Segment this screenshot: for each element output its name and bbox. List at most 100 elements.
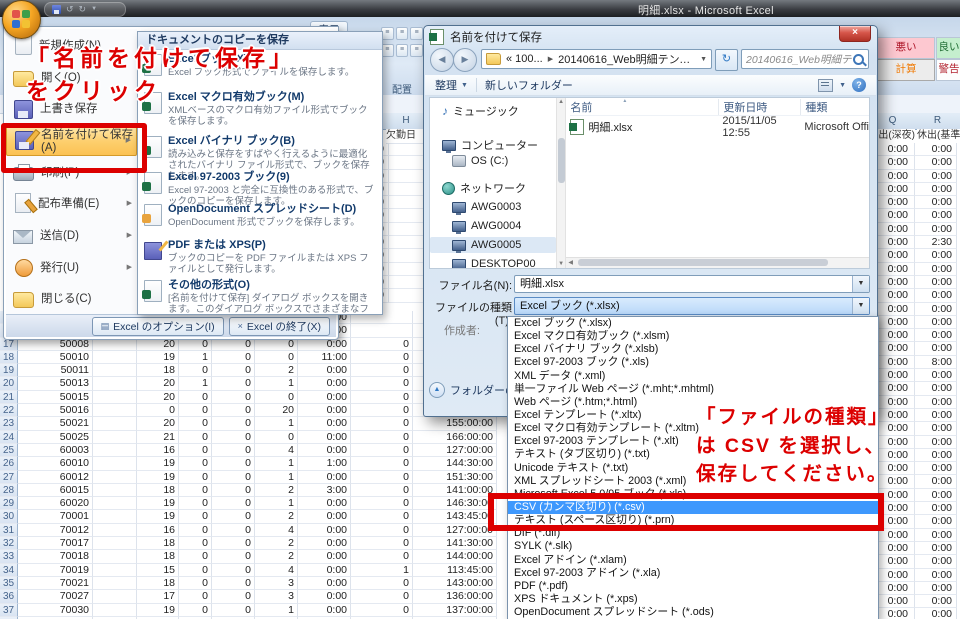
row-number[interactable]: 21 <box>0 390 18 405</box>
align-middle-icon[interactable]: ≡ <box>395 27 409 40</box>
submenu-item-pdf-xps[interactable]: PDF または XPS(P) ブックのコピーを PDF ファイルまたは XPS フ… <box>138 236 382 276</box>
file-type-option[interactable]: 単一ファイル Web ページ (*.mht;*.mhtml) <box>508 383 878 396</box>
row-number[interactable]: 34 <box>0 563 18 577</box>
row-number[interactable]: 32 <box>0 537 18 551</box>
file-type-caret-icon[interactable]: ▼ <box>852 298 869 314</box>
row-number[interactable]: 23 <box>0 417 18 431</box>
file-type-option[interactable]: XPS ドキュメント (*.xps) <box>508 593 878 606</box>
scroll-left-icon[interactable]: ◀ <box>568 259 573 266</box>
menu-item-publish[interactable]: 発行(U) <box>6 251 137 283</box>
breadcrumb[interactable]: 20140616_Web明細テンプ... <box>558 51 695 67</box>
row-number[interactable]: 26 <box>0 457 18 471</box>
qat-customize-caret-icon[interactable]: ▼ <box>91 5 97 14</box>
row-number[interactable]: 28 <box>0 483 18 498</box>
forward-button[interactable]: ▶ <box>453 48 477 72</box>
row-number[interactable]: 20 <box>0 377 18 391</box>
align-center-icon[interactable]: ≡ <box>395 44 409 57</box>
organize-button[interactable]: 整理 ▼ <box>435 77 468 93</box>
submenu-item-xlsb[interactable]: Excel バイナリ ブック(B) 読み込みと保存をすばやく行えるように最適化され… <box>138 132 382 182</box>
back-button[interactable]: ◀ <box>430 48 454 72</box>
breadcrumb-arrow-icon: ▶ <box>547 56 554 63</box>
sidebar-item-awg0003[interactable]: AWG0003 <box>430 199 556 215</box>
save-icon[interactable] <box>52 5 61 14</box>
row-number[interactable]: 37 <box>0 603 18 617</box>
row-number[interactable]: 24 <box>0 430 18 444</box>
file-type-option[interactable]: Excel バイナリ ブック (*.xlsb) <box>508 343 878 356</box>
row-number[interactable]: 30 <box>0 510 18 524</box>
address-caret-icon[interactable]: ▼ <box>700 56 707 63</box>
menu-item-send[interactable]: 送信(D) <box>6 219 137 251</box>
office-button[interactable] <box>2 0 41 39</box>
row-number[interactable]: 25 <box>0 443 18 458</box>
column-header-type[interactable]: 種類 <box>800 98 869 115</box>
sidebar-item-awg0005[interactable]: AWG0005 <box>430 237 556 253</box>
row-number[interactable]: 18 <box>0 350 18 365</box>
align-bottom-icon[interactable]: ≡ <box>410 27 424 40</box>
quick-access-toolbar[interactable]: ↺ ↻ ▼ <box>44 2 126 17</box>
row-number[interactable]: 33 <box>0 550 18 564</box>
breadcrumb[interactable]: « 100... <box>506 53 543 65</box>
search-input[interactable]: 20140616_Web明細テンプ... <box>746 52 853 67</box>
redo-icon[interactable]: ↻ <box>79 5 87 14</box>
excel-options-button[interactable]: ▤ Excel のオプション(I) <box>91 316 224 336</box>
address-bar[interactable]: « 100... ▶ 20140616_Web明細テンプ... ▼ <box>481 49 712 69</box>
row-number[interactable]: 36 <box>0 590 18 604</box>
indent-icon[interactable]: ≡ <box>410 44 424 57</box>
sidebar-item-music[interactable]: ♪ ミュージック <box>430 103 556 119</box>
cell-style-bad[interactable]: 悪い <box>877 37 935 59</box>
column-header-name[interactable]: 名前 <box>570 99 718 115</box>
file-type-option[interactable]: XML データ (*.xml) <box>508 370 878 383</box>
sidebar-item-os-c[interactable]: OS (C:) <box>430 153 556 169</box>
change-view-icon[interactable] <box>818 78 834 92</box>
sidebar-item-network[interactable]: ネットワーク <box>430 180 556 196</box>
new-folder-button[interactable]: 新しいフォルダー <box>485 77 573 93</box>
column-letter-r[interactable]: R <box>915 113 960 129</box>
scrollbar-thumb[interactable] <box>578 259 829 266</box>
scroll-up-icon[interactable]: ▲ <box>557 99 566 105</box>
search-box[interactable]: 20140616_Web明細テンプ... <box>741 49 869 69</box>
file-name-caret-icon[interactable]: ▼ <box>852 276 869 292</box>
spreadsheet-right-columns[interactable]: 0:00 0:00 0:00 0:00 0:00 0:00 0:00 0:00 … <box>870 143 960 619</box>
submenu-item-xls97[interactable]: Excel 97-2003 ブック(9) Excel 97-2003 と完全に互換… <box>138 168 382 207</box>
file-type-option[interactable]: Excel 97-2003 ブック (*.xls) <box>508 356 878 369</box>
file-row[interactable]: 明細.xlsx 2015/11/05 12:55 Microsoft Offi <box>569 115 869 139</box>
title-bar <box>0 0 960 17</box>
column-header-date[interactable]: 更新日時 <box>718 98 800 115</box>
row-number[interactable]: 19 <box>0 364 18 378</box>
file-type-option[interactable]: Excel 97-2003 アドイン (*.xla) <box>508 567 878 580</box>
submenu-item-ods[interactable]: OpenDocument スプレッドシート(D) OpenDocument 形式で… <box>138 200 382 236</box>
scroll-down-icon[interactable]: ▼ <box>557 261 566 267</box>
dialog-close-button[interactable]: × <box>839 26 871 42</box>
cell-style-calculation[interactable]: 計算 <box>877 59 935 81</box>
file-type-option[interactable]: Excel アドイン (*.xlam) <box>508 554 878 567</box>
scrollbar-thumb[interactable] <box>557 138 565 183</box>
row-number[interactable]: 29 <box>0 497 18 511</box>
row-number[interactable]: 22 <box>0 404 18 418</box>
column-letter-h[interactable]: H <box>389 113 423 129</box>
sidebar-item-desktop00[interactable]: DESKTOP00 <box>430 256 556 268</box>
cell-style-warning[interactable]: 警告 <box>936 59 960 81</box>
file-type-select[interactable]: Excel ブック (*.xlsx) ▼ <box>514 297 870 315</box>
sidebar-item-awg0004[interactable]: AWG0004 <box>430 218 556 234</box>
cell-style-good[interactable]: 良い <box>936 37 960 59</box>
sidebar-item-computer[interactable]: コンピューター <box>430 137 556 153</box>
submenu-item-other-formats[interactable]: その他の形式(O) [名前を付けて保存] ダイアログ ボックスを開きます。このダイ… <box>138 276 382 314</box>
file-type-option[interactable]: PDF (*.pdf) <box>508 580 878 593</box>
row-number[interactable]: 31 <box>0 523 18 538</box>
menu-item-prepare[interactable]: 配布準備(E) <box>6 187 137 219</box>
file-type-option[interactable]: Excel ブック (*.xlsx) <box>508 317 878 330</box>
refresh-button[interactable]: ↻ <box>715 49 738 71</box>
file-type-option[interactable]: SYLK (*.slk) <box>508 540 878 553</box>
row-number[interactable]: 35 <box>0 576 18 591</box>
file-type-option[interactable]: Excel マクロ有効ブック (*.xlsm) <box>508 330 878 343</box>
undo-icon[interactable]: ↺ <box>66 5 74 14</box>
sidebar-scrollbar[interactable]: ▲ ▼ <box>555 98 567 268</box>
help-icon[interactable]: ? <box>852 78 866 92</box>
menu-item-close[interactable]: 閉じる(C) <box>6 283 137 315</box>
file-list-horizontal-scrollbar[interactable]: ◀ <box>566 257 869 268</box>
row-number[interactable]: 27 <box>0 470 18 484</box>
file-name-input[interactable]: 明細.xlsx ▼ <box>514 275 870 293</box>
view-caret-icon[interactable]: ▼ <box>839 82 846 89</box>
exit-excel-button[interactable]: × Excel の終了(X) <box>228 316 330 336</box>
file-type-option[interactable]: OpenDocument スプレッドシート (*.ods) <box>508 606 878 619</box>
